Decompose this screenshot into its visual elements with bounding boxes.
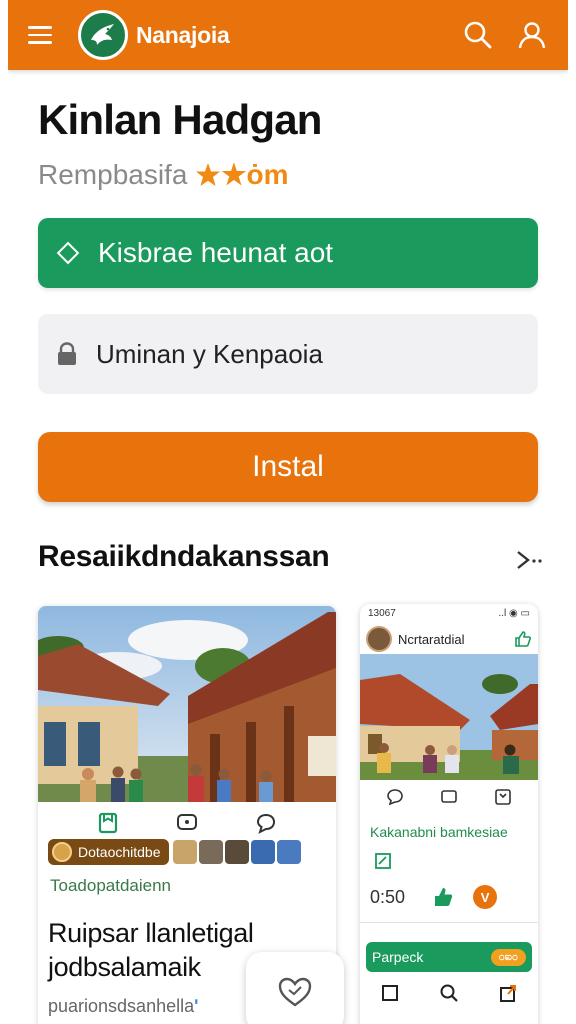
card-chip-row: Dotaochitdbe xyxy=(48,838,326,866)
brand-name: Nanajoia xyxy=(136,21,230,48)
post-actions xyxy=(360,786,538,808)
lock-icon xyxy=(56,342,78,366)
thumbnail[interactable] xyxy=(276,840,301,864)
menu-icon[interactable] xyxy=(28,21,56,49)
post-photo xyxy=(360,654,538,780)
thumbnail[interactable] xyxy=(224,840,249,864)
account-field[interactable]: Uminan y Kenpaoia xyxy=(38,314,538,394)
promo-banner[interactable]: Parpeck ೦ಐ೦ xyxy=(366,942,532,972)
page-title: Kinlan Hadgan xyxy=(38,96,322,143)
post-time: 0:50 xyxy=(370,886,406,907)
card-footer-mark: ʹ xyxy=(194,996,199,1016)
post-meta-row: 0:50 V xyxy=(370,882,530,912)
verified-badge[interactable]: V xyxy=(473,885,498,909)
install-button[interactable]: Instal xyxy=(38,432,538,502)
account-field-value: Uminan y Kenpaoia xyxy=(96,338,323,369)
thumbnail[interactable] xyxy=(250,840,275,864)
card-actions xyxy=(38,806,336,840)
search-icon[interactable] xyxy=(437,981,461,1005)
post-link[interactable]: Kakanabni bamkesiae xyxy=(370,824,508,840)
app-bar: Nanajoia xyxy=(8,0,568,70)
divider xyxy=(360,922,538,923)
promo-banner-label: Parpeck xyxy=(372,949,424,965)
category-chip[interactable]: Dotaochitdbe xyxy=(48,839,169,865)
promo-pill: ೦ಐ೦ xyxy=(490,948,526,966)
primary-action-button[interactable]: Kisbrae heunat aot xyxy=(38,218,538,288)
thumbs-up-icon[interactable] xyxy=(514,630,532,648)
favorite-button[interactable] xyxy=(246,952,344,1024)
home-icon[interactable] xyxy=(378,981,402,1005)
page-subtitle: Rempbasifa ★ȯm xyxy=(38,158,289,191)
card-tag: Toadopatdaienn xyxy=(50,876,172,895)
share-icon[interactable] xyxy=(496,981,520,1005)
star-icon xyxy=(196,162,221,186)
card-footer-text: puarionsdsanhella xyxy=(48,996,195,1016)
subtitle-text: Rempbasifa xyxy=(38,158,188,190)
card-footer: puarionsdsanhellaʹ xyxy=(48,996,198,1017)
chip-emblem-icon xyxy=(52,842,72,862)
card-photo xyxy=(38,606,336,802)
comment-icon[interactable] xyxy=(382,784,408,810)
chevron-right-icon[interactable] xyxy=(514,546,546,574)
heart-icon xyxy=(278,977,312,1007)
thumbnail-strip xyxy=(172,840,301,864)
status-icons: ..l ◉ ▭ xyxy=(498,608,530,619)
section-title: Resaiikdndakanssan xyxy=(38,540,330,573)
rating-accent-text: ★ȯm xyxy=(221,159,289,190)
status-time: 13067 xyxy=(368,608,396,619)
save-icon[interactable] xyxy=(95,810,121,836)
star-rating: ★ȯm xyxy=(195,158,289,191)
bird-logo-icon[interactable] xyxy=(78,10,128,60)
search-icon[interactable] xyxy=(458,15,498,55)
post-header: Ncrtaratdial xyxy=(366,624,532,654)
bookmark-icon[interactable] xyxy=(490,784,516,810)
like-icon[interactable] xyxy=(431,885,455,909)
chat-icon[interactable] xyxy=(253,810,279,836)
user-icon[interactable] xyxy=(512,15,552,55)
primary-action-label: Kisbrae heunat aot xyxy=(98,237,334,268)
app-screen: Nanajoia Kinlan Hadgan Rempbasifa ★ȯm Ki… xyxy=(8,0,568,1024)
bottom-nav xyxy=(360,976,538,1010)
edit-icon[interactable] xyxy=(372,850,394,872)
status-bar: 13067 ..l ◉ ▭ xyxy=(368,608,530,619)
chip-label: Dotaochitdbe xyxy=(78,844,161,860)
post-username[interactable]: Ncrtaratdial xyxy=(398,632,514,647)
preview-phone-card[interactable]: 13067 ..l ◉ ▭ Ncrtaratdial Kakanabni bam… xyxy=(360,604,538,1024)
thumbnail[interactable] xyxy=(198,840,223,864)
diamond-icon xyxy=(56,241,80,265)
avatar[interactable] xyxy=(366,626,392,652)
card-title-line: Ruipsar llanletigal xyxy=(48,918,254,948)
message-icon[interactable] xyxy=(436,784,462,810)
thumbnail[interactable] xyxy=(172,840,197,864)
comment-icon[interactable] xyxy=(174,810,200,836)
install-label: Instal xyxy=(252,450,324,483)
